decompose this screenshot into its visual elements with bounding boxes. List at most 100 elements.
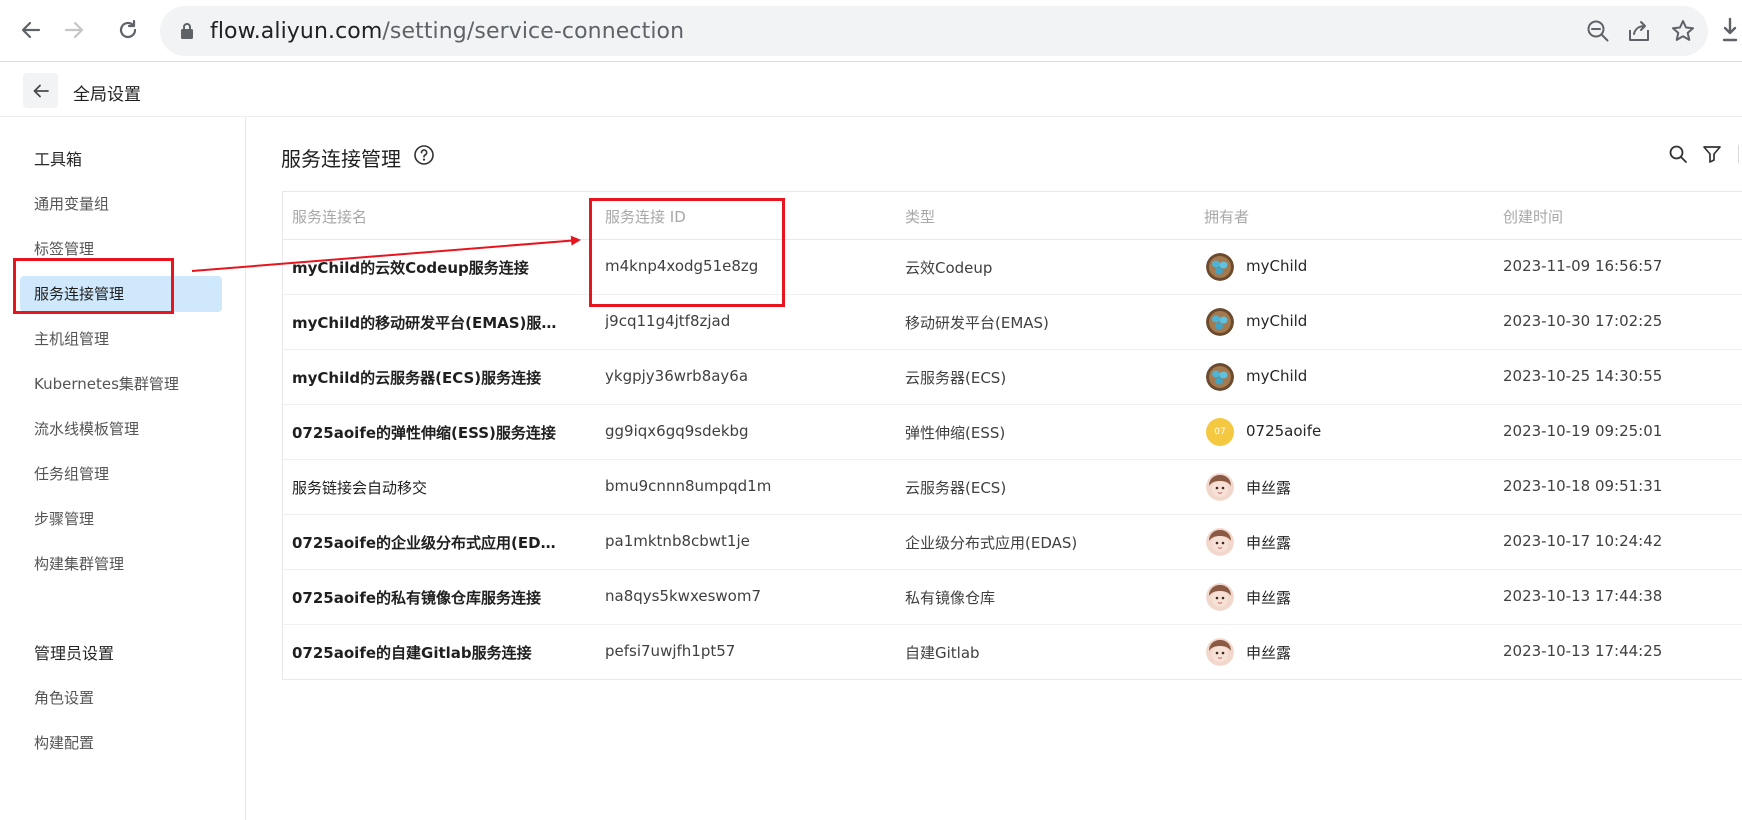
filter-icon[interactable] [1701, 143, 1723, 165]
connection-name[interactable]: 0725aoife的企业级分布式应用(EDA... [292, 532, 562, 553]
owner-name: myChild [1246, 257, 1308, 275]
created-time: 2023-10-18 09:51:31 [1503, 477, 1663, 495]
table-row[interactable]: myChild的云效Codeup服务连接 m4knp4xodg51e8zg 云效… [283, 240, 1742, 295]
connection-name[interactable]: 服务链接会自动移交 [292, 477, 427, 498]
table-row[interactable]: 0725aoife的自建Gitlab服务连接 pefsi7uwjfh1pt57 … [283, 625, 1742, 680]
table-row[interactable]: myChild的移动研发平台(EMAS)服务... j9cq11g4jtf8zj… [283, 295, 1742, 350]
highlight-box-sidebar [13, 258, 174, 314]
created-time: 2023-10-13 17:44:38 [1503, 587, 1663, 605]
url-text: flow.aliyun.com/setting/service-connecti… [210, 19, 684, 44]
table-row[interactable]: myChild的云服务器(ECS)服务连接 ykgpjy36wrb8ay6a 云… [283, 350, 1742, 405]
column-header-owner: 拥有者 [1204, 208, 1250, 226]
star-icon[interactable] [1670, 18, 1696, 44]
sidebar-item-steps[interactable]: 步骤管理 [20, 501, 222, 537]
sidebar-item-build-config[interactable]: 构建配置 [20, 725, 222, 761]
lock-icon [181, 23, 193, 39]
url-path: /setting/service-connection [382, 19, 685, 44]
connection-type: 云服务器(ECS) [905, 479, 1007, 497]
sidebar-group-title-toolbox: 工具箱 [34, 150, 83, 169]
download-icon[interactable] [1722, 16, 1742, 46]
owner-name: myChild [1246, 367, 1308, 385]
sidebar-group-title-admin: 管理员设置 [34, 644, 115, 663]
connection-id: pa1mktnb8cbwt1je [605, 532, 750, 550]
created-time: 2023-10-30 17:02:25 [1503, 312, 1663, 330]
highlight-box-id-column [589, 198, 785, 307]
connection-type: 弹性伸缩(ESS) [905, 424, 1006, 442]
header-title: 全局设置 [73, 85, 141, 105]
header-back-button[interactable] [23, 73, 58, 108]
toolbar-divider [1738, 145, 1739, 163]
browser-reload-button[interactable] [111, 13, 145, 47]
avatar [1206, 253, 1234, 281]
owner-name: 0725aoife [1246, 422, 1322, 440]
connection-name[interactable]: myChild的云效Codeup服务连接 [292, 257, 529, 278]
sidebar-item-host-groups[interactable]: 主机组管理 [20, 321, 222, 357]
sidebar-item-kubernetes-clusters[interactable]: Kubernetes集群管理 [20, 366, 222, 402]
owner-name: 申丝露 [1246, 644, 1292, 662]
sidebar-item-build-clusters[interactable]: 构建集群管理 [20, 546, 222, 582]
sidebar-item-variable-groups[interactable]: 通用变量组 [20, 186, 222, 222]
sidebar-item-pipeline-templates[interactable]: 流水线模板管理 [20, 411, 222, 447]
connection-name[interactable]: myChild的移动研发平台(EMAS)服务... [292, 312, 562, 333]
connection-id: na8qys5kwxeswom7 [605, 587, 762, 605]
sidebar: 工具箱 通用变量组 标签管理 服务连接管理 主机组管理 Kubernetes集群… [0, 117, 246, 820]
connection-name[interactable]: 0725aoife的自建Gitlab服务连接 [292, 642, 532, 663]
search-icon[interactable] [1667, 143, 1689, 165]
connection-id: gg9iqx6gq9sdekbg [605, 422, 749, 440]
connection-type: 私有镜像仓库 [905, 589, 996, 607]
created-time: 2023-10-19 09:25:01 [1503, 422, 1663, 440]
connection-id: pefsi7uwjfh1pt57 [605, 642, 736, 660]
arrow-left-icon [21, 21, 41, 39]
table-row[interactable]: 0725aoife的弹性伸缩(ESS)服务连接 gg9iqx6gq9sdekbg… [283, 405, 1742, 460]
browser-forward-button[interactable] [57, 13, 91, 47]
connection-type: 移动研发平台(EMAS) [905, 314, 1049, 332]
created-time: 2023-10-25 14:30:55 [1503, 367, 1663, 385]
created-time: 2023-10-13 17:44:25 [1503, 642, 1663, 660]
help-icon[interactable] [413, 144, 435, 166]
connection-type: 云服务器(ECS) [905, 369, 1007, 387]
table-header: 服务连接名 服务连接 ID 类型 拥有者 创建时间 [283, 192, 1742, 240]
url-host: flow.aliyun.com [210, 19, 383, 44]
avatar [1206, 638, 1234, 666]
arrow-right-icon [64, 21, 84, 39]
column-header-name: 服务连接名 [292, 208, 368, 226]
connection-name[interactable]: 0725aoife的弹性伸缩(ESS)服务连接 [292, 422, 556, 443]
address-bar[interactable]: flow.aliyun.com/setting/service-connecti… [160, 6, 1708, 56]
arrow-left-icon [33, 84, 49, 97]
connection-type: 云效Codeup [905, 259, 993, 277]
owner-name: 申丝露 [1246, 479, 1292, 497]
created-time: 2023-11-09 16:56:57 [1503, 257, 1663, 275]
avatar: 07 [1206, 418, 1234, 446]
avatar [1206, 363, 1234, 391]
avatar [1206, 308, 1234, 336]
table-row[interactable]: 服务链接会自动移交 bmu9cnnn8umpqd1m 云服务器(ECS) 申丝露… [283, 460, 1742, 515]
sidebar-item-roles[interactable]: 角色设置 [20, 680, 222, 716]
avatar [1206, 473, 1234, 501]
app-header: 全局设置 [0, 62, 1742, 117]
connection-type: 自建Gitlab [905, 644, 980, 662]
zoom-out-icon[interactable] [1585, 18, 1611, 44]
avatar [1206, 583, 1234, 611]
sidebar-item-task-groups[interactable]: 任务组管理 [20, 456, 222, 492]
column-header-created: 创建时间 [1503, 208, 1564, 226]
browser-toolbar: flow.aliyun.com/setting/service-connecti… [0, 0, 1742, 62]
connection-id: ykgpjy36wrb8ay6a [605, 367, 749, 385]
owner-name: 申丝露 [1246, 534, 1292, 552]
created-time: 2023-10-17 10:24:42 [1503, 532, 1663, 550]
page-title: 服务连接管理 [281, 147, 401, 171]
connection-id: bmu9cnnn8umpqd1m [605, 477, 772, 495]
connection-name[interactable]: 0725aoife的私有镜像仓库服务连接 [292, 587, 541, 608]
connection-id: j9cq11g4jtf8zjad [605, 312, 731, 330]
connection-type: 企业级分布式应用(EDAS) [905, 534, 1078, 552]
column-header-type: 类型 [905, 208, 936, 226]
table-row[interactable]: 0725aoife的私有镜像仓库服务连接 na8qys5kwxeswom7 私有… [283, 570, 1742, 625]
avatar [1206, 528, 1234, 556]
owner-name: myChild [1246, 312, 1308, 330]
reload-icon [119, 19, 137, 39]
owner-name: 申丝露 [1246, 589, 1292, 607]
share-icon[interactable] [1626, 18, 1652, 44]
connection-name[interactable]: myChild的云服务器(ECS)服务连接 [292, 367, 541, 388]
browser-back-button[interactable] [14, 13, 48, 47]
service-connections-table: 服务连接名 服务连接 ID 类型 拥有者 创建时间 myChild的云效Code… [282, 191, 1742, 680]
table-row[interactable]: 0725aoife的企业级分布式应用(EDA... pa1mktnb8cbwt1… [283, 515, 1742, 570]
